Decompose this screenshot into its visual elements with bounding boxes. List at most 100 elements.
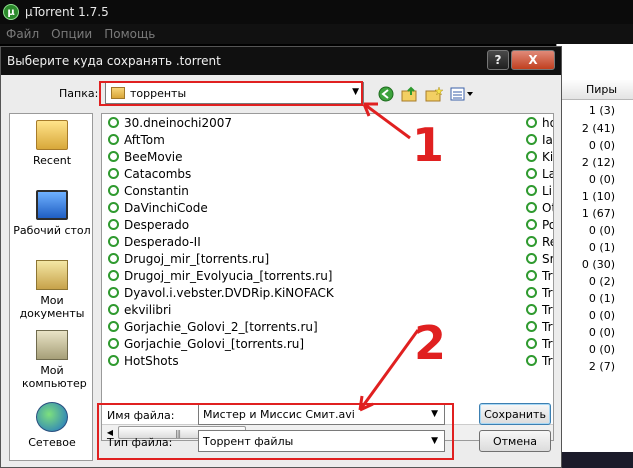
- list-item[interactable]: La: [526, 165, 553, 182]
- filetype-select[interactable]: Торрент файлы ▼: [198, 430, 445, 452]
- torrent-file-icon: [526, 134, 537, 145]
- folder-label: Папка:: [59, 87, 99, 100]
- file-name: Re: [542, 234, 553, 249]
- file-name: Ot: [542, 200, 553, 215]
- file-name: Constantin: [124, 183, 189, 198]
- dialog-title: Выберите куда сохранять .torrent: [7, 54, 221, 68]
- list-item[interactable]: Ki: [526, 148, 553, 165]
- peers-cell: 2 (41): [581, 122, 615, 135]
- list-item[interactable]: Tr: [526, 301, 553, 318]
- up-folder-icon[interactable]: [401, 85, 419, 103]
- peers-cell: 0 (0): [588, 326, 615, 339]
- places-bar: Recent Рабочий стол Мои документы Мой ко…: [9, 113, 93, 461]
- list-item[interactable]: Ia:: [526, 131, 553, 148]
- menu-options[interactable]: Опции: [51, 27, 92, 41]
- peers-cell: 1 (67): [581, 207, 615, 220]
- menu-file[interactable]: Файл: [6, 27, 39, 41]
- place-recent[interactable]: Recent: [10, 120, 94, 167]
- place-my-computer[interactable]: Мой компьютер: [10, 330, 94, 390]
- torrent-file-icon: [526, 168, 537, 179]
- peers-cell: 0 (0): [588, 309, 615, 322]
- list-item[interactable]: Ot: [526, 199, 553, 216]
- torrent-file-icon: [108, 287, 119, 298]
- file-name: Gorjachie_Golovi_2_[torrents.ru]: [124, 319, 318, 334]
- documents-icon: [36, 260, 68, 290]
- app-menubar: Файл Опции Помощь: [0, 24, 633, 44]
- torrent-file-icon: [108, 253, 119, 264]
- filetype-label: Тип файла:: [107, 436, 173, 449]
- list-item[interactable]: Tr: [526, 318, 553, 335]
- back-icon[interactable]: [377, 85, 395, 103]
- list-item[interactable]: Sr: [526, 250, 554, 267]
- list-item[interactable]: Tr: [526, 284, 553, 301]
- place-label: Рабочий стол: [13, 224, 91, 237]
- list-item[interactable]: Desperado: [108, 216, 189, 233]
- chevron-down-icon[interactable]: ▼: [352, 87, 359, 97]
- file-name: Po: [542, 217, 553, 232]
- list-item[interactable]: Desperado-II: [108, 233, 201, 250]
- list-item[interactable]: HotShots: [108, 352, 179, 369]
- file-list[interactable]: 30.dneinochi2007 AftTom BeeMovie Catacom…: [101, 113, 554, 441]
- peers-cell: 0 (1): [588, 292, 615, 305]
- file-name: DaVinchiCode: [124, 200, 208, 215]
- torrent-file-icon: [108, 219, 119, 230]
- torrent-file-icon: [108, 270, 119, 281]
- list-item[interactable]: Dyavol.i.vebster.DVDRip.KiNOFACK: [108, 284, 334, 301]
- list-item[interactable]: Po: [526, 216, 553, 233]
- status-graph: [556, 452, 633, 468]
- column-header-peers[interactable]: Пиры: [557, 80, 633, 100]
- list-item[interactable]: Gorjachie_Golovi_2_[torrents.ru]: [108, 318, 318, 335]
- peers-cell: 1 (3): [588, 104, 615, 117]
- save-torrent-dialog: Выберите куда сохранять .torrent ? X Пап…: [0, 46, 562, 468]
- chevron-down-icon[interactable]: ▼: [431, 409, 438, 419]
- file-name: Dyavol.i.vebster.DVDRip.KiNOFACK: [124, 285, 334, 300]
- torrent-file-icon: [108, 134, 119, 145]
- list-item[interactable]: Tr: [526, 267, 553, 284]
- list-item[interactable]: DaVinchiCode: [108, 199, 208, 216]
- recent-folder-icon: [36, 120, 68, 150]
- list-item[interactable]: AftTom: [108, 131, 165, 148]
- list-item[interactable]: Re: [526, 233, 553, 250]
- grip-icon: |||: [175, 429, 181, 438]
- list-item[interactable]: ho: [526, 114, 553, 131]
- list-item[interactable]: Drugoj_mir_[torrents.ru]: [108, 250, 269, 267]
- filename-label: Имя файла:: [107, 409, 175, 422]
- list-item[interactable]: Tr: [526, 352, 553, 369]
- view-menu-icon[interactable]: [449, 85, 475, 103]
- file-name: Tr: [542, 319, 553, 334]
- peers-cell: 2 (12): [581, 156, 615, 169]
- filename-value: Мистер и Миссис Смит.avi: [203, 407, 355, 421]
- close-button[interactable]: X: [511, 50, 555, 70]
- file-name: Li: [542, 183, 553, 198]
- file-name: La: [542, 166, 553, 181]
- place-my-documents[interactable]: Мои документы: [10, 260, 94, 320]
- list-item[interactable]: Gorjachie_Golovi_[torrents.ru]: [108, 335, 304, 352]
- place-label: Сетевое: [28, 436, 76, 449]
- chevron-down-icon[interactable]: ▼: [431, 436, 438, 446]
- folder-value: торренты: [130, 86, 187, 100]
- list-item[interactable]: BeeMovie: [108, 148, 183, 165]
- list-item[interactable]: Li: [526, 182, 552, 199]
- place-network[interactable]: Сетевое: [10, 402, 94, 449]
- list-item[interactable]: Constantin: [108, 182, 189, 199]
- list-item[interactable]: Catacombs: [108, 165, 191, 182]
- list-item[interactable]: Tr: [526, 335, 553, 352]
- list-item[interactable]: ekvilibri: [108, 301, 171, 318]
- save-button[interactable]: Сохранить: [479, 403, 551, 425]
- peers-cell: 0 (0): [588, 139, 615, 152]
- folder-select[interactable]: торренты ▼: [105, 82, 364, 104]
- help-button[interactable]: ?: [487, 50, 509, 70]
- file-name: Sr: [542, 251, 554, 266]
- dialog-titlebar[interactable]: Выберите куда сохранять .torrent ? X: [1, 47, 561, 75]
- file-name: HotShots: [124, 353, 179, 368]
- cancel-button[interactable]: Отмена: [479, 430, 551, 452]
- torrent-list-panel: Пиры 1 (3) 2 (41) 0 (0) 2 (12) 0 (0) 1 (…: [556, 44, 633, 468]
- torrent-file-icon: [108, 355, 119, 366]
- menu-help[interactable]: Помощь: [104, 27, 155, 41]
- new-folder-icon[interactable]: [425, 85, 443, 103]
- filename-input[interactable]: Мистер и Миссис Смит.avi ▼: [198, 403, 445, 425]
- list-item[interactable]: Drugoj_mir_Evolyucia_[torrents.ru]: [108, 267, 332, 284]
- place-desktop[interactable]: Рабочий стол: [10, 190, 94, 237]
- list-item[interactable]: 30.dneinochi2007: [108, 114, 232, 131]
- app-title: µTorrent 1.7.5: [25, 5, 109, 19]
